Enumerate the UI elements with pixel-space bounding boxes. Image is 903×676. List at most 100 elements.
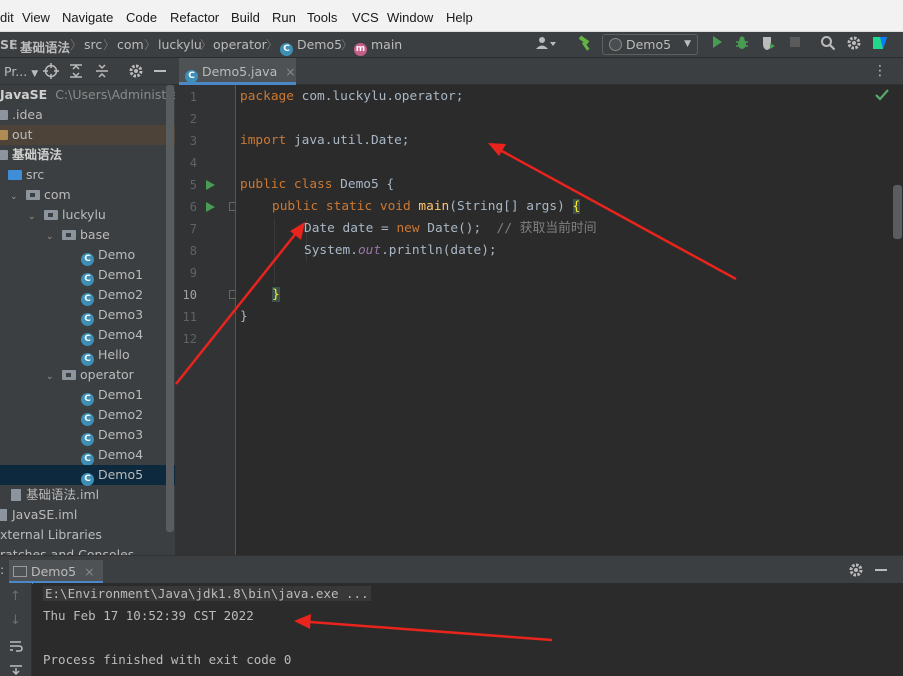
tree-item-label: Demo1 — [97, 267, 144, 282]
tab-demo5-java[interactable]: C Demo5.java × — [179, 58, 296, 85]
tab-label: Demo5.java — [201, 64, 278, 79]
tree-row-src[interactable]: src — [0, 165, 175, 185]
tree-item-label: Demo2 — [97, 407, 144, 422]
tree-row-class[interactable]: C Demo2 — [0, 285, 175, 306]
chevron-down-icon[interactable]: ⌄ — [46, 227, 56, 247]
tree-row-project-iml[interactable]: JavaSE.iml — [0, 505, 175, 525]
arrow-up-icon[interactable]: ↑ — [10, 589, 21, 604]
hide-panel-icon[interactable] — [875, 569, 887, 571]
run-class-gutter-icon[interactable] — [206, 180, 215, 190]
tree-row-class-selected[interactable]: C Demo5 — [0, 465, 175, 486]
breadcrumb-com[interactable]: com — [117, 37, 144, 52]
code-line-6: public static void main(String[] args) { — [272, 199, 581, 214]
tree-row-class[interactable]: C Demo4 — [0, 325, 175, 346]
menu-view[interactable]: View — [22, 10, 50, 25]
soft-wrap-icon[interactable] — [9, 639, 23, 656]
line-number-current: 10 — [182, 288, 197, 302]
settings-gear-icon[interactable] — [845, 35, 863, 55]
code-line-5: public class Demo5 { — [240, 177, 395, 192]
tree-row-root[interactable]: JavaSE C:\Users\Administrator\ — [0, 85, 175, 105]
chevron-down-icon[interactable]: ⌄ — [28, 207, 38, 227]
tree-row-class[interactable]: C Demo — [0, 245, 175, 266]
tree-row-class[interactable]: C Demo3 — [0, 425, 175, 446]
tree-item-label: .idea — [12, 107, 43, 122]
indent-guide — [274, 218, 275, 284]
tree-row-class[interactable]: C Demo2 — [0, 405, 175, 426]
menu-code[interactable]: Code — [126, 10, 157, 25]
run-main-gutter-icon[interactable] — [206, 202, 215, 212]
hide-panel-icon[interactable] — [154, 70, 166, 72]
close-icon[interactable]: × — [84, 564, 94, 579]
menu-refactor[interactable]: Refactor — [170, 10, 219, 25]
tree-item-label: xternal Libraries — [0, 527, 102, 542]
tree-row-module-iml[interactable]: 基础语法.iml — [0, 485, 175, 505]
coverage-icon[interactable] — [759, 35, 777, 55]
editor-scrollbar[interactable] — [893, 185, 902, 239]
menu-edit[interactable]: dit — [0, 10, 14, 25]
editor-tab-bar: C Demo5.java × ⋮ — [175, 58, 903, 85]
arrow-down-icon[interactable]: ↓ — [10, 613, 21, 628]
chevron-down-icon[interactable]: ⌄ — [46, 367, 56, 387]
menu-navigate[interactable]: Navigate — [62, 10, 113, 25]
tree-item-label: Demo4 — [97, 447, 144, 462]
breadcrumb-operator[interactable]: operator — [213, 37, 267, 52]
menu-vcs[interactable]: VCS — [352, 10, 379, 25]
inspection-ok-icon[interactable] — [875, 89, 889, 104]
chevron-down-icon: ▼ — [684, 39, 691, 49]
tree-row-class[interactable]: C Demo4 — [0, 445, 175, 466]
tree-row-class[interactable]: C Demo1 — [0, 385, 175, 406]
build-hammer-icon[interactable] — [575, 35, 595, 55]
breadcrumb-module[interactable]: 基础语法 — [20, 37, 70, 56]
tree-row-operator[interactable]: ⌄ operator — [0, 365, 175, 385]
jetbrains-toolbox-icon[interactable] — [870, 35, 890, 55]
module-file-icon — [0, 509, 7, 521]
project-view-selector[interactable]: Pr... ▼ — [4, 64, 38, 79]
scroll-to-end-icon[interactable] — [9, 663, 23, 676]
settings-gear-icon[interactable] — [128, 63, 144, 82]
breadcrumb-luckylu[interactable]: luckylu — [158, 37, 202, 52]
account-icon[interactable] — [533, 35, 559, 55]
tree-row-class[interactable]: C Hello — [0, 345, 175, 366]
tree-row-com[interactable]: ⌄ com — [0, 185, 175, 205]
search-icon[interactable] — [819, 35, 837, 55]
code-line-7: Date date = new Date(); // 获取当前时间 — [304, 221, 597, 236]
tree-row-external-libraries[interactable]: xternal Libraries — [0, 525, 175, 545]
stop-icon[interactable] — [787, 35, 803, 55]
collapse-all-icon[interactable] — [95, 63, 109, 82]
tree-row-class[interactable]: C Demo1 — [0, 265, 175, 286]
run-console[interactable]: E:\Environment\Java\jdk1.8\bin\java.exe … — [33, 583, 903, 676]
run-configuration-select[interactable]: Demo5 ▼ — [602, 34, 698, 55]
breadcrumb-method[interactable]: m main — [354, 37, 402, 56]
code-line-11: } — [240, 309, 248, 324]
settings-gear-icon[interactable] — [848, 562, 864, 581]
breadcrumb-class[interactable]: C Demo5 — [280, 37, 342, 56]
tab-run-demo5[interactable]: Demo5 × — [9, 560, 103, 584]
code-editor[interactable]: package com.luckylu.operator; import jav… — [236, 85, 903, 555]
menu-build[interactable]: Build — [231, 10, 260, 25]
more-options-icon[interactable]: ⋮ — [873, 63, 887, 79]
tree-row-module[interactable]: 基础语法 — [0, 145, 175, 165]
breadcrumb-src[interactable]: src — [84, 37, 102, 52]
chevron-down-icon[interactable]: ⌄ — [10, 187, 20, 207]
tree-row-class[interactable]: C Demo3 — [0, 305, 175, 326]
menu-tools[interactable]: Tools — [307, 10, 337, 25]
tree-row-scratches[interactable]: ratches and Consoles — [0, 545, 175, 555]
console-command-line: E:\Environment\Java\jdk1.8\bin\java.exe … — [43, 586, 371, 601]
menu-help[interactable]: Help — [446, 10, 473, 25]
tree-row-out[interactable]: out — [0, 125, 175, 145]
folder-icon — [0, 130, 8, 140]
code-line-3: import java.util.Date; — [240, 133, 410, 148]
menu-run[interactable]: Run — [272, 10, 296, 25]
tree-row-idea[interactable]: .idea — [0, 105, 175, 125]
tree-row-base[interactable]: ⌄ base — [0, 225, 175, 245]
expand-all-icon[interactable] — [69, 63, 83, 82]
debug-icon[interactable] — [733, 35, 751, 55]
project-scrollbar[interactable] — [166, 85, 174, 532]
breadcrumb-separator: 〉 — [103, 38, 116, 52]
locate-file-icon[interactable] — [43, 63, 59, 82]
tree-row-luckylu[interactable]: ⌄ luckylu — [0, 205, 175, 225]
run-icon[interactable] — [708, 35, 726, 55]
close-icon[interactable]: × — [285, 64, 295, 79]
tree-item-label: src — [26, 167, 45, 182]
menu-window[interactable]: Window — [387, 10, 433, 25]
